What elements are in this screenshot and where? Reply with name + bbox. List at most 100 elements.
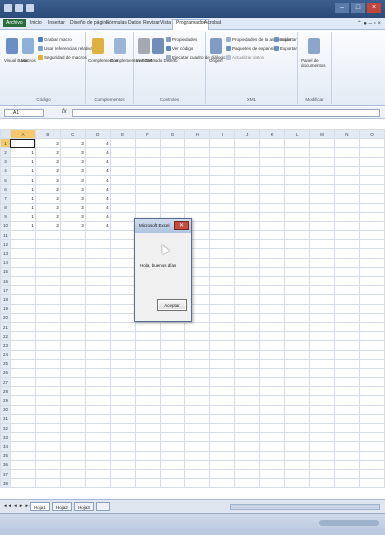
cell-d13[interactable]: [84, 248, 111, 259]
cell-d28[interactable]: [84, 386, 111, 397]
cell-b8[interactable]: 2: [34, 202, 61, 213]
cell-m19[interactable]: [309, 303, 335, 314]
macros-icon[interactable]: [22, 38, 34, 54]
cell-j4[interactable]: [234, 165, 261, 176]
cell-b21[interactable]: [34, 321, 61, 333]
cell-l18[interactable]: [284, 294, 311, 305]
cell-c22[interactable]: [59, 331, 86, 342]
cell-m21[interactable]: [309, 321, 335, 333]
cell-c20[interactable]: [59, 312, 86, 323]
cell-m35[interactable]: [309, 450, 335, 461]
column-header-d[interactable]: D: [84, 129, 111, 140]
cell-k8[interactable]: [259, 202, 286, 213]
cell-e30[interactable]: [109, 404, 136, 415]
cell-h29[interactable]: [184, 395, 211, 406]
cell-e15[interactable]: [109, 266, 136, 278]
cell-n24[interactable]: [333, 349, 360, 360]
row-header[interactable]: 38: [0, 478, 11, 489]
close-window-button[interactable]: ×: [367, 3, 381, 13]
cell-f36[interactable]: [134, 459, 161, 470]
row-header[interactable]: 8: [0, 202, 11, 213]
cell-k28[interactable]: [259, 386, 286, 397]
cell-b32[interactable]: [34, 422, 61, 434]
cell-g2[interactable]: [159, 147, 186, 158]
cell-g27[interactable]: [159, 377, 186, 388]
cell-k30[interactable]: [259, 404, 286, 415]
cell-k5[interactable]: [259, 174, 286, 186]
cell-n18[interactable]: [333, 294, 360, 305]
cell-k35[interactable]: [259, 450, 286, 461]
cell-i31[interactable]: [209, 413, 236, 425]
cell-m15[interactable]: [309, 266, 335, 278]
cell-i28[interactable]: [209, 386, 236, 397]
horizontal-scrollbar[interactable]: [230, 504, 380, 510]
xml-source-button[interactable]: Origen: [209, 58, 223, 63]
insert-control-button[interactable]: Insertar: [136, 58, 151, 63]
record-macro-button[interactable]: Grabar macro: [38, 37, 72, 42]
cell-o18[interactable]: [358, 294, 385, 305]
cell-i9[interactable]: [209, 211, 236, 222]
cell-k32[interactable]: [259, 422, 286, 434]
cell-o37[interactable]: [358, 468, 385, 480]
tab-acrobat[interactable]: Acrobat: [204, 20, 221, 26]
cell-o24[interactable]: [358, 349, 385, 360]
cell-o33[interactable]: [358, 432, 385, 443]
cell-c2[interactable]: 3: [59, 147, 86, 158]
cell-a4[interactable]: 1: [9, 165, 36, 176]
cell-c18[interactable]: [59, 294, 86, 305]
cell-k20[interactable]: [259, 312, 286, 323]
cell-j34[interactable]: [234, 441, 261, 452]
cell-k11[interactable]: [259, 230, 286, 241]
cell-c29[interactable]: [59, 395, 86, 406]
row-header[interactable]: 9: [0, 211, 11, 222]
cell-l25[interactable]: [284, 358, 311, 369]
cell-d21[interactable]: [84, 321, 111, 333]
cell-n4[interactable]: [333, 165, 360, 176]
cell-a12[interactable]: [9, 239, 36, 250]
cell-m5[interactable]: [309, 174, 335, 186]
cell-n15[interactable]: [333, 266, 360, 278]
cell-j3[interactable]: [234, 156, 261, 167]
cell-k36[interactable]: [259, 459, 286, 470]
cell-k19[interactable]: [259, 303, 286, 314]
cell-e2[interactable]: [109, 147, 136, 158]
cell-l15[interactable]: [284, 266, 311, 278]
cell-a5[interactable]: 1: [9, 174, 36, 186]
cell-b37[interactable]: [34, 468, 61, 480]
row-header[interactable]: 30: [0, 404, 11, 415]
cell-o30[interactable]: [358, 404, 385, 415]
cell-l4[interactable]: [284, 165, 311, 176]
row-header[interactable]: 10: [0, 220, 11, 232]
cell-j23[interactable]: [234, 340, 261, 351]
cell-f6[interactable]: [134, 184, 161, 195]
cell-g33[interactable]: [159, 432, 186, 443]
cell-a14[interactable]: [9, 257, 36, 268]
cell-b10[interactable]: 2: [34, 220, 61, 232]
cell-e22[interactable]: [109, 331, 136, 342]
cell-d31[interactable]: [84, 413, 111, 425]
row-header[interactable]: 17: [0, 285, 11, 296]
cell-k1[interactable]: [259, 138, 286, 149]
cell-m8[interactable]: [309, 202, 335, 213]
document-panel-button[interactable]: Panel de documentos: [301, 58, 331, 68]
cell-b17[interactable]: [34, 285, 61, 296]
cell-l17[interactable]: [284, 285, 311, 296]
cell-l20[interactable]: [284, 312, 311, 323]
cell-l27[interactable]: [284, 377, 311, 388]
cell-m6[interactable]: [309, 184, 335, 195]
column-header-h[interactable]: H: [184, 129, 211, 140]
cell-e11[interactable]: [109, 230, 136, 241]
cell-o1[interactable]: [358, 138, 385, 149]
cell-l2[interactable]: [284, 147, 311, 158]
cell-n16[interactable]: [333, 275, 360, 287]
cell-j27[interactable]: [234, 377, 261, 388]
cell-d33[interactable]: [84, 432, 111, 443]
cell-l6[interactable]: [284, 184, 311, 195]
cell-c28[interactable]: [59, 386, 86, 397]
cell-j9[interactable]: [234, 211, 261, 222]
cell-c23[interactable]: [59, 340, 86, 351]
cell-l32[interactable]: [284, 422, 311, 434]
cell-i34[interactable]: [209, 441, 236, 452]
cell-f5[interactable]: [134, 174, 161, 186]
cell-f28[interactable]: [134, 386, 161, 397]
